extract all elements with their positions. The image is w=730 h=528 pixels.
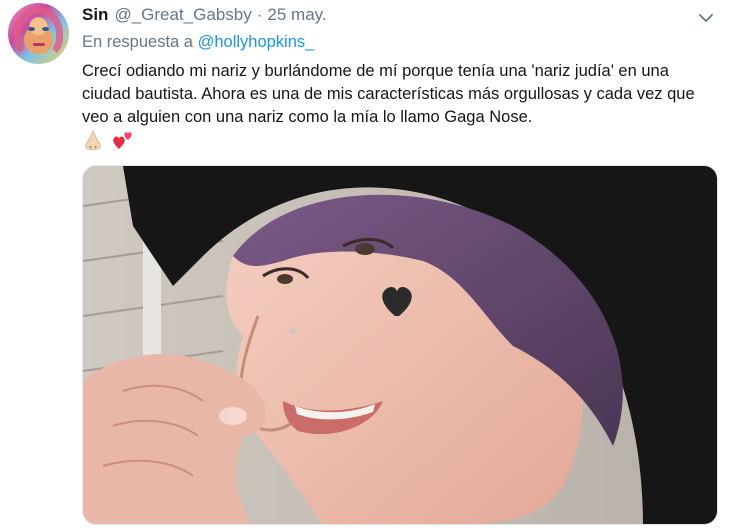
reply-context: En respuesta a @hollyhopkins_ — [82, 33, 314, 52]
avatar-mouth — [33, 43, 45, 46]
reply-prefix: En respuesta a — [82, 33, 193, 51]
selfie-image — [83, 166, 717, 524]
tweet-header: Sin @_Great_Gabsby · 25 may. — [82, 5, 327, 27]
two-hearts-emoji-icon — [113, 132, 132, 149]
avatar-eye-right — [42, 27, 49, 31]
avatar-eye-left — [28, 27, 35, 31]
chevron-down-icon[interactable] — [698, 10, 714, 26]
tweet-date[interactable]: 25 may. — [267, 5, 326, 25]
avatar-hair — [14, 7, 63, 59]
author-handle[interactable]: @_Great_Gabsby — [114, 5, 251, 25]
tweet-photo[interactable] — [82, 165, 718, 525]
tweet-text: Crecí odiando mi nariz y burlándome de m… — [82, 62, 695, 126]
nose-emoji-icon — [85, 130, 101, 151]
tweet[interactable]: Sin @_Great_Gabsby · 25 may. En respuest… — [0, 0, 730, 528]
avatar[interactable] — [8, 3, 69, 64]
separator-dot: · — [256, 5, 263, 24]
author-name[interactable]: Sin — [82, 5, 108, 25]
emoji-row — [82, 128, 134, 152]
reply-mention-link[interactable]: @hollyhopkins_ — [198, 33, 315, 51]
